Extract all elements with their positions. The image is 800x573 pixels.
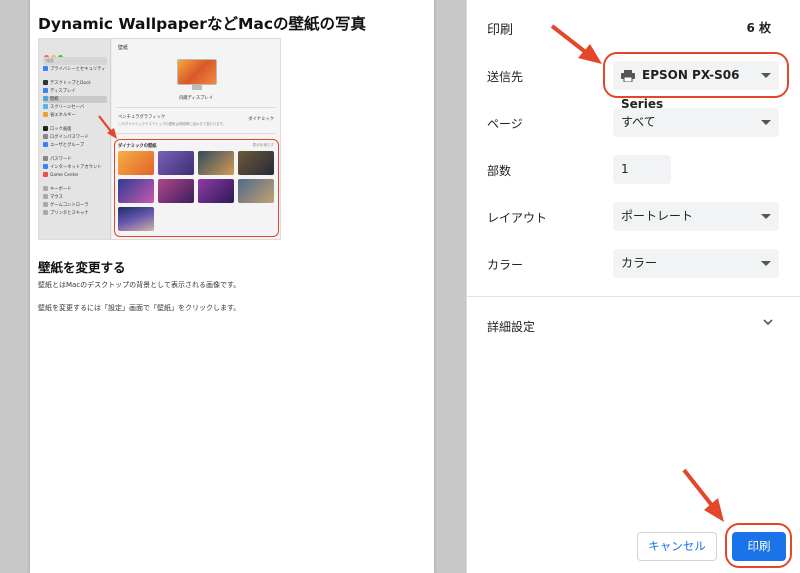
color-value: カラー <box>621 256 658 270</box>
print-button-highlight <box>725 523 792 568</box>
screenshot-sidebar-item: スクリーンセーバ <box>43 104 84 111</box>
preview-heading: 壁紙を変更する <box>38 260 126 275</box>
print-preview-area: Dynamic WallpaperなどMacの壁紙の写真 検索 プライバシーとセ… <box>0 0 466 573</box>
display-thumbnail <box>177 59 217 85</box>
layout-value: ポートレート <box>621 209 694 223</box>
preview-page: Dynamic WallpaperなどMacの壁紙の写真 検索 プライバシーとセ… <box>30 0 434 573</box>
print-settings-panel: 印刷 6 枚 送信先 EPSON PX-S06 Series ページ すべて 部… <box>466 0 800 573</box>
red-arrow-icon <box>98 115 117 139</box>
copies-label: 部数 <box>487 164 512 178</box>
screenshot-sidebar-item: デスクトップとDock <box>43 80 91 87</box>
screenshot-sidebar-item: ロック画面 <box>43 126 71 133</box>
panel-divider <box>467 296 800 297</box>
chevron-down-icon <box>761 120 771 125</box>
screenshot-sidebar-item: Game Center <box>43 172 79 179</box>
copies-input[interactable]: 1 <box>613 155 671 184</box>
destination-highlight <box>603 52 789 98</box>
screenshot-search-field: 検索 <box>43 57 107 65</box>
pages-select[interactable]: すべて <box>613 108 779 137</box>
color-label: カラー <box>487 258 524 272</box>
dynamic-wallpaper-highlight <box>114 139 279 237</box>
screenshot-sidebar-item: パスワード <box>43 156 71 163</box>
screenshot-sidebar-item: ログインパスワード <box>43 134 89 141</box>
red-arrow-icon <box>682 468 724 522</box>
layout-select[interactable]: ポートレート <box>613 202 779 231</box>
screenshot-divider <box>116 133 276 134</box>
wallpaper-option-label: ベンチュラグラフィック <box>118 115 166 120</box>
screenshot-sidebar-item: プリンタとスキャナ <box>43 210 89 217</box>
pages-value: すべて <box>621 115 656 129</box>
destination-label: 送信先 <box>487 70 524 84</box>
screenshot-sidebar-item: マウス <box>43 194 63 201</box>
screenshot-divider <box>116 107 276 108</box>
cancel-button[interactable]: キャンセル <box>637 532 717 561</box>
screenshot-sidebar-item: 壁紙 <box>43 96 107 103</box>
preview-page-title: Dynamic WallpaperなどMacの壁紙の写真 <box>38 15 367 33</box>
display-stand <box>192 85 202 90</box>
display-name: 内蔵ディスプレイ <box>178 96 214 101</box>
pages-label: ページ <box>487 117 523 131</box>
advanced-settings-toggle[interactable]: 詳細設定 <box>487 318 535 335</box>
screenshot-pane-title: 壁紙 <box>118 45 129 51</box>
color-select[interactable]: カラー <box>613 249 779 278</box>
chevron-down-icon <box>761 214 771 219</box>
layout-label: レイアウト <box>487 211 548 225</box>
preview-paragraph: 壁紙を変更するには「設定」画面で「壁紙」をクリックします。 <box>38 304 241 312</box>
chevron-down-icon[interactable] <box>762 317 774 327</box>
wallpaper-option-desc: このダイナミックデスクトップの壁紙は時間帯に合わせて変わります。 <box>118 122 227 126</box>
chevron-down-icon <box>761 261 771 266</box>
sheet-count: 6 枚 <box>746 21 771 35</box>
red-arrow-icon <box>550 24 602 64</box>
wallpaper-option-value: ダイナミック <box>248 117 274 122</box>
screenshot-sidebar-item: 省エネルギー <box>43 112 76 119</box>
screenshot-sidebar-item: ユーザとグループ <box>43 142 84 149</box>
screenshot-sidebar-item: ディスプレイ <box>43 88 75 95</box>
screenshot-sidebar-item: ゲームコントローラ <box>43 202 89 209</box>
screenshot-sidebar-item: キーボード <box>43 186 71 193</box>
preview-paragraph: 壁紙とはMacのデスクトップの背景として表示される画像です。 <box>38 281 241 289</box>
screenshot-sidebar-item: プライバシーとセキュリティ <box>43 66 106 73</box>
print-dialog-title: 印刷 <box>487 23 514 38</box>
preview-screenshot-image: 検索 プライバシーとセキュリティ デスクトップとDock ディスプレイ 壁紙 ス… <box>38 38 281 240</box>
screenshot-sidebar-item: インターネットアカウント <box>43 164 102 171</box>
